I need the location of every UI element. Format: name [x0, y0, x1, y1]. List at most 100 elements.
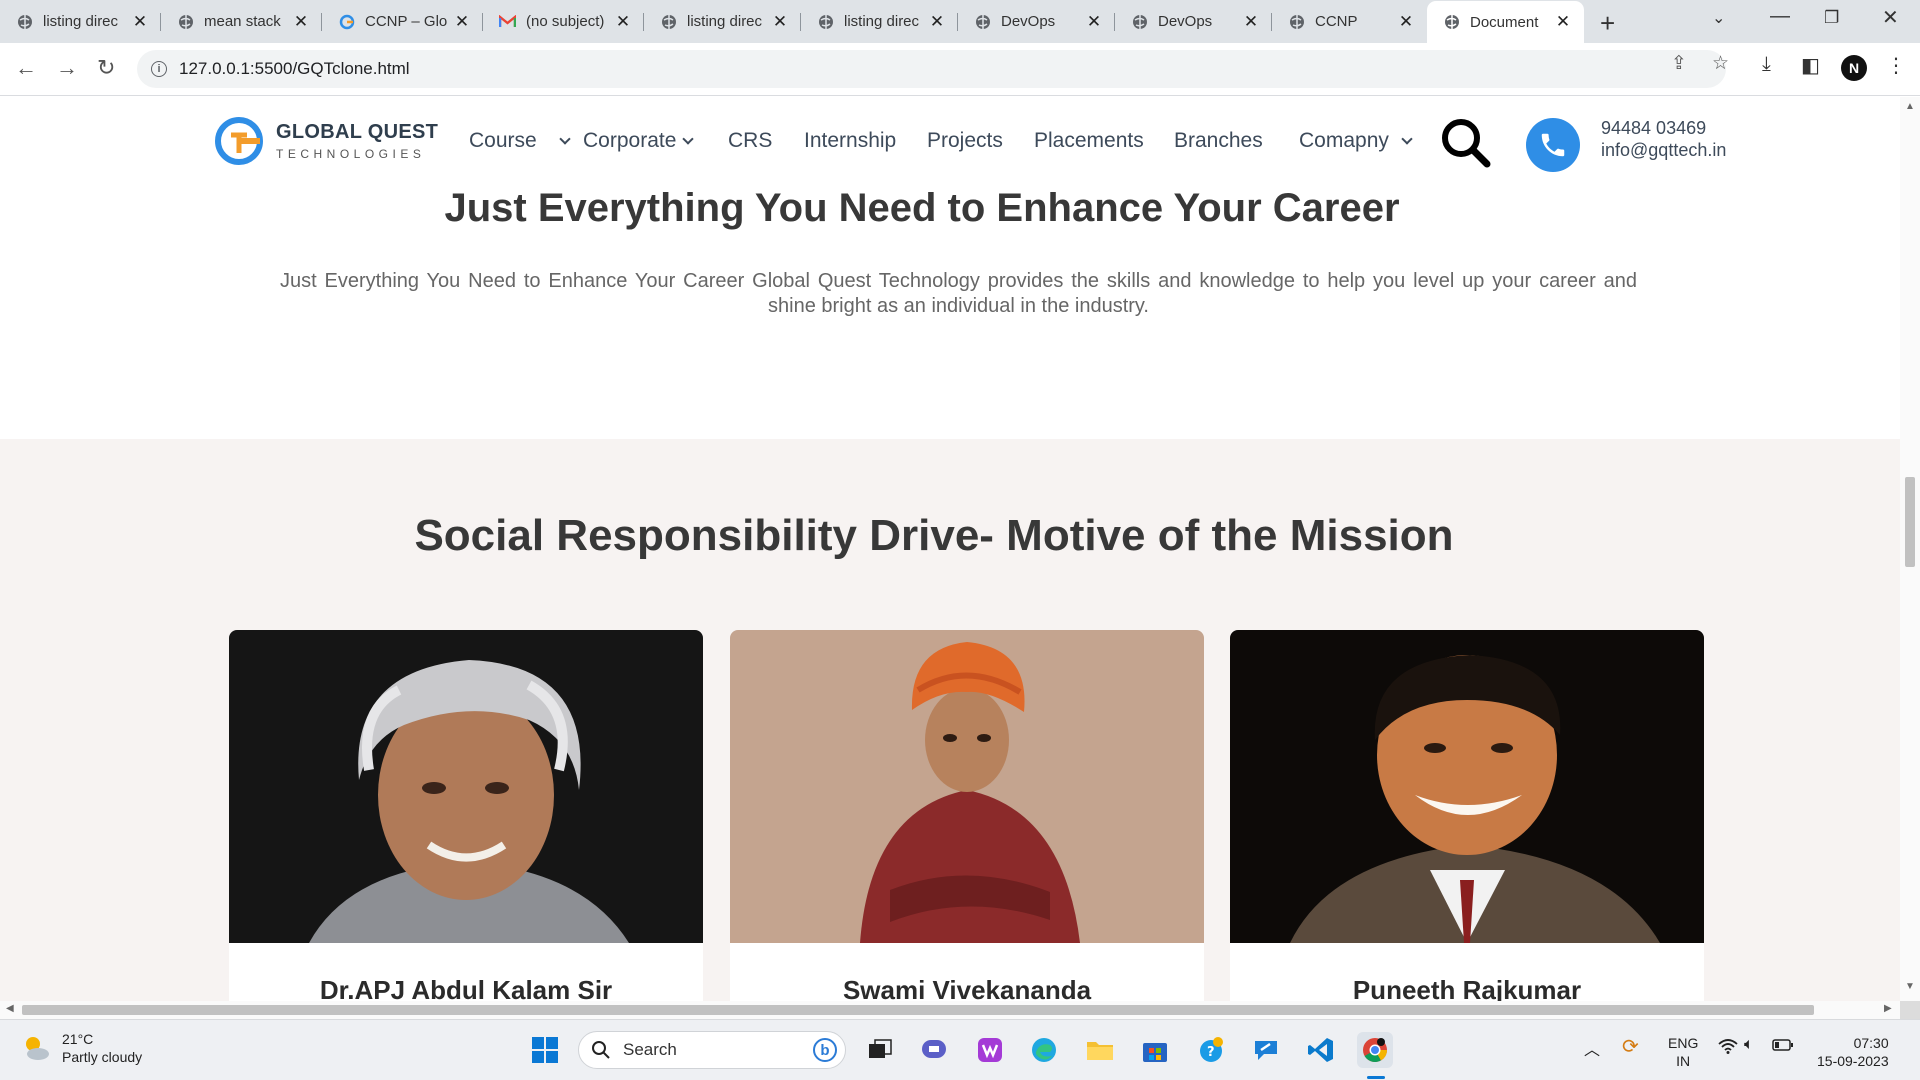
vertical-scrollbar[interactable]: ▲ ▼ — [1900, 97, 1920, 1001]
volume-icon[interactable]: 🔈︎ — [1744, 1036, 1754, 1054]
scroll-thumb[interactable] — [1905, 477, 1915, 567]
skype-icon[interactable]: ? — [1193, 1032, 1229, 1068]
search-icon — [592, 1041, 610, 1059]
globe-icon — [177, 13, 194, 30]
person-card[interactable]: Swami Vivekananda — [730, 630, 1204, 1001]
wondershare-app-icon[interactable] — [972, 1032, 1008, 1068]
tab-close-icon[interactable]: ✕ — [1085, 12, 1103, 31]
contact-email[interactable]: info@gqttech.in — [1601, 139, 1726, 161]
share-icon[interactable]: ⇪ — [1671, 52, 1687, 75]
tab-close-icon[interactable]: ✕ — [771, 12, 789, 31]
profile-avatar[interactable]: N — [1841, 55, 1867, 81]
person-card[interactable]: Puneeth Rajkumar — [1230, 630, 1704, 1001]
tab-search-chevron-icon[interactable]: ⌄ — [1712, 8, 1725, 28]
tab-close-icon[interactable]: ✕ — [614, 12, 632, 31]
contact-phone[interactable]: 94484 03469 — [1601, 117, 1726, 139]
browser-tab[interactable]: mean stack ✕ — [161, 2, 322, 41]
browser-tab-bar: listing direc ✕ mean stack ✕ CCNP – Glo … — [0, 0, 1920, 43]
nav-corporate[interactable]: Corporate — [559, 129, 695, 153]
scroll-thumb[interactable] — [22, 1005, 1814, 1015]
tab-close-icon[interactable]: ✕ — [1397, 12, 1415, 31]
microsoft-store-icon[interactable] — [1137, 1032, 1173, 1068]
browser-tab[interactable]: listing direc ✕ — [801, 2, 958, 41]
nav-company[interactable]: Comapny — [1299, 129, 1413, 153]
browser-tab[interactable]: listing direc ✕ — [0, 2, 161, 41]
search-icon[interactable] — [1439, 116, 1491, 168]
browser-tab[interactable]: CCNP ✕ — [1272, 2, 1427, 41]
career-heading: Just Everything You Need to Enhance Your… — [444, 186, 1400, 230]
mission-heading: Social Responsibility Drive- Motive of t… — [414, 511, 1454, 560]
scroll-right-icon[interactable]: ▶ — [1884, 1003, 1892, 1014]
tab-close-icon[interactable]: ✕ — [928, 12, 946, 31]
windows-start-icon[interactable] — [527, 1032, 563, 1068]
chrome-icon[interactable] — [1357, 1032, 1393, 1068]
close-window-icon[interactable]: ✕ — [1882, 5, 1899, 30]
tab-close-icon[interactable]: ✕ — [453, 12, 471, 31]
windows-taskbar: 21°C Partly cloudy Search b ? ︿ ⟳ ENG IN… — [0, 1019, 1920, 1080]
nav-placements[interactable]: Placements — [1034, 129, 1144, 153]
bookmark-star-icon[interactable]: ☆ — [1712, 52, 1729, 75]
minimize-icon[interactable]: — — [1770, 5, 1790, 28]
portrait-image — [1230, 630, 1704, 943]
taskbar-search-input[interactable]: Search b — [578, 1031, 846, 1069]
browser-tab[interactable]: listing direc ✕ — [644, 2, 801, 41]
weather-temp: 21°C — [62, 1031, 94, 1047]
portrait-image — [229, 630, 703, 943]
quick-assist-icon[interactable] — [1248, 1032, 1284, 1068]
teams-chat-icon[interactable] — [916, 1032, 952, 1068]
page-viewport: GLOBAL QUEST TECHNOLOGIES Course Corpora… — [0, 97, 1900, 1001]
person-name: Dr.APJ Abdul Kalam Sir — [319, 975, 613, 1001]
nav-course[interactable]: Course — [469, 129, 537, 153]
task-view-icon[interactable] — [862, 1032, 898, 1068]
tab-close-icon[interactable]: ✕ — [131, 12, 149, 31]
browser-tab[interactable]: DevOps ✕ — [1115, 2, 1272, 41]
bing-icon[interactable]: b — [813, 1038, 837, 1062]
scroll-left-icon[interactable]: ◀ — [6, 1003, 14, 1014]
globe-icon — [817, 13, 834, 30]
reload-icon[interactable]: ↻ — [97, 55, 115, 81]
side-panel-icon[interactable]: ◧ — [1801, 53, 1820, 78]
back-icon[interactable]: ← — [15, 55, 37, 81]
vscode-icon[interactable] — [1303, 1032, 1339, 1068]
scroll-up-icon[interactable]: ▲ — [1905, 101, 1915, 112]
site-logo[interactable]: GLOBAL QUEST TECHNOLOGIES — [213, 115, 438, 167]
weather-widget[interactable]: 21°C Partly cloudy — [20, 1030, 142, 1066]
scroll-down-icon[interactable]: ▼ — [1905, 981, 1915, 992]
edge-browser-icon[interactable] — [1026, 1032, 1062, 1068]
wifi-icon[interactable] — [1718, 1038, 1738, 1057]
horizontal-scrollbar[interactable]: ◀ ▶ — [0, 1001, 1900, 1019]
forward-icon[interactable]: → — [56, 55, 78, 81]
scrollbar-corner — [1900, 1001, 1920, 1019]
download-icon[interactable]: ⤓ — [1762, 53, 1771, 76]
browser-tab-active[interactable]: Document ✕ — [1427, 1, 1584, 43]
nav-internship[interactable]: Internship — [804, 129, 896, 153]
svg-text:?: ? — [1207, 1045, 1215, 1060]
browser-tab[interactable]: (no subject) ✕ — [483, 2, 644, 41]
language-indicator[interactable]: ENG IN — [1668, 1034, 1698, 1070]
browser-tab[interactable]: CCNP – Glo ✕ — [322, 2, 483, 41]
nav-crs[interactable]: CRS — [728, 129, 772, 153]
nav-projects[interactable]: Projects — [927, 129, 1003, 153]
new-tab-icon[interactable]: + — [1600, 8, 1615, 39]
restore-icon[interactable]: ❐ — [1824, 8, 1839, 28]
clock-date: 15-09-2023 — [1817, 1053, 1889, 1069]
sync-icon[interactable]: ⟳ — [1622, 1034, 1639, 1059]
site-info-icon[interactable]: i — [151, 61, 167, 77]
system-clock[interactable]: 07:30 15-09-2023 — [1817, 1034, 1889, 1070]
menu-kebab-icon[interactable]: ⋮ — [1886, 53, 1906, 78]
tab-close-icon[interactable]: ✕ — [1554, 12, 1572, 31]
browser-tab[interactable]: DevOps ✕ — [958, 2, 1115, 41]
person-name: Puneeth Rajkumar — [1352, 975, 1582, 1001]
address-bar-row: ← → ↻ i 127.0.0.1:5500/GQTclone.html ⇪ ☆… — [0, 43, 1920, 96]
chevron-up-icon[interactable]: ︿ — [1584, 1036, 1600, 1060]
phone-icon[interactable] — [1526, 118, 1580, 172]
tab-close-icon[interactable]: ✕ — [1242, 12, 1260, 31]
url-input[interactable]: i 127.0.0.1:5500/GQTclone.html — [137, 50, 1726, 88]
battery-icon[interactable] — [1772, 1038, 1794, 1055]
career-description: Just Everything You Need to Enhance Your… — [280, 270, 1637, 317]
file-explorer-icon[interactable] — [1082, 1032, 1118, 1068]
person-card[interactable]: Dr.APJ Abdul Kalam Sir — [229, 630, 703, 1001]
nav-branches[interactable]: Branches — [1174, 129, 1263, 153]
tab-close-icon[interactable]: ✕ — [292, 12, 310, 31]
gmail-icon — [499, 13, 516, 30]
